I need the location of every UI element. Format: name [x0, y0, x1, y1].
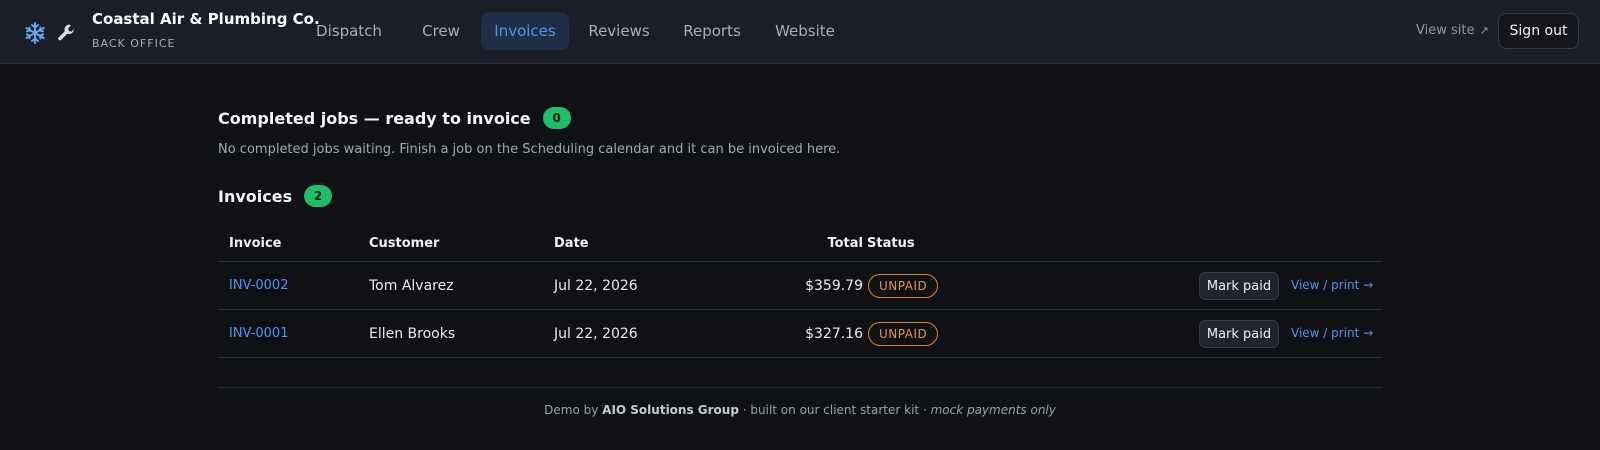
view-site-link[interactable]: View site ↗	[1416, 23, 1489, 38]
wrench-icon	[55, 21, 79, 45]
view-site-label: View site	[1416, 23, 1475, 38]
view-print-link[interactable]: View / print →	[1291, 278, 1373, 292]
invoice-date: Jul 22, 2026	[554, 326, 638, 342]
footer-note: mock payments only	[930, 403, 1056, 417]
nav-invoices[interactable]: Invoices	[481, 12, 569, 50]
completed-jobs-title: Completed jobs — ready to invoice	[218, 108, 531, 128]
external-link-icon: ↗	[1479, 24, 1489, 37]
footer-company: AIO Solutions Group	[602, 403, 739, 417]
brand-icons	[23, 20, 79, 46]
column-status: Status	[867, 236, 915, 251]
status-badge: UNPAID	[868, 274, 939, 298]
footer-middle: · built on our client starter kit ·	[742, 403, 927, 417]
invoices-count-badge: 2	[304, 185, 333, 207]
invoice-total: $327.16	[805, 326, 863, 342]
top-bar: Coastal Air & Plumbing Co. BACK OFFICE D…	[0, 0, 1600, 64]
invoices-table: Invoice Customer Date Total Status INV-0…	[218, 226, 1382, 358]
mark-paid-button[interactable]: Mark paid	[1199, 320, 1279, 348]
customer-name: Ellen Brooks	[369, 326, 456, 342]
brand-name: Coastal Air & Plumbing Co.	[92, 10, 320, 28]
view-print-link[interactable]: View / print →	[1291, 326, 1373, 340]
footer-divider	[218, 387, 1382, 388]
invoice-total: $359.79	[805, 278, 863, 294]
column-total: Total	[827, 236, 863, 251]
nav-dispatch[interactable]: Dispatch	[310, 12, 388, 50]
customer-name: Tom Alvarez	[369, 278, 454, 294]
footer: Demo by AIO Solutions Group · built on o…	[0, 403, 1600, 417]
completed-count-badge: 0	[542, 107, 571, 129]
completed-empty-message: No completed jobs waiting. Finish a job …	[218, 142, 841, 157]
column-date: Date	[554, 236, 589, 251]
table-row: INV-0002 Tom Alvarez Jul 22, 2026 $359.7…	[218, 262, 1382, 310]
invoice-link[interactable]: INV-0002	[229, 278, 288, 293]
sign-out-button[interactable]: Sign out	[1498, 13, 1579, 49]
invoices-heading: Invoices 2	[218, 185, 333, 207]
table-header: Invoice Customer Date Total Status	[218, 226, 1382, 262]
table-row: INV-0001 Ellen Brooks Jul 22, 2026 $327.…	[218, 310, 1382, 358]
footer-prefix: Demo by	[544, 403, 599, 417]
status-badge: UNPAID	[868, 322, 939, 346]
column-invoice: Invoice	[229, 236, 282, 251]
nav-reports[interactable]: Reports	[671, 12, 753, 50]
invoices-title: Invoices	[218, 186, 293, 206]
snowflake-icon	[23, 21, 47, 45]
invoice-date: Jul 22, 2026	[554, 278, 638, 294]
nav-reviews[interactable]: Reviews	[578, 12, 660, 50]
nav-crew[interactable]: Crew	[408, 12, 474, 50]
nav-website[interactable]: Website	[764, 12, 846, 50]
completed-jobs-heading: Completed jobs — ready to invoice 0	[218, 107, 571, 129]
mark-paid-button[interactable]: Mark paid	[1199, 272, 1279, 300]
column-customer: Customer	[369, 236, 440, 251]
invoice-link[interactable]: INV-0001	[229, 326, 288, 341]
brand-subtitle: BACK OFFICE	[92, 37, 176, 50]
